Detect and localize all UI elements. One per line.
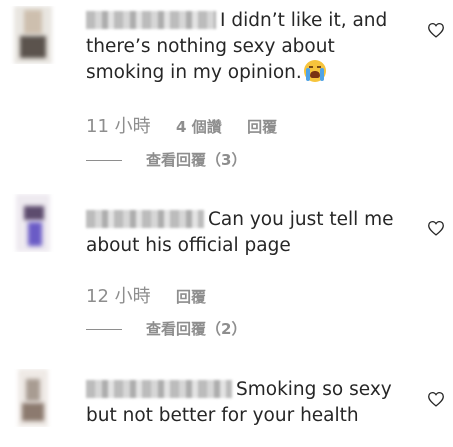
comment-body: I didn’t like it, and there’s nothing se…: [86, 8, 413, 86]
comment-meta: 12 小時 回覆: [86, 282, 226, 308]
username[interactable]: [86, 210, 204, 228]
avatar[interactable]: [4, 369, 62, 427]
comment-time[interactable]: 12 小時: [86, 286, 151, 307]
divider-line: [86, 160, 122, 161]
view-replies-label: 查看回覆（3）: [146, 151, 247, 169]
username[interactable]: [86, 11, 216, 29]
comment-text: I didn’t like it, and there’s nothing se…: [86, 8, 413, 86]
username[interactable]: [86, 380, 232, 398]
loudly-crying-face-emoji: [303, 60, 326, 82]
view-replies-button[interactable]: 查看回覆（3）: [86, 149, 246, 170]
comment-text: Smoking so sexy but not better for your …: [86, 377, 413, 429]
comment-item: Can you just tell me about his official …: [0, 190, 453, 350]
reply-button[interactable]: 回覆: [176, 288, 206, 306]
comment-body: Can you just tell me about his official …: [86, 207, 413, 259]
comment-item: I didn’t like it, and there’s nothing se…: [0, 0, 453, 175]
likes-count[interactable]: 4 個讚: [176, 118, 222, 136]
avatar[interactable]: [4, 6, 62, 64]
divider-line: [86, 329, 122, 330]
comment-text: Can you just tell me about his official …: [86, 207, 413, 259]
comment-body: Smoking so sexy but not better for your …: [86, 377, 413, 429]
reply-button[interactable]: 回覆: [247, 118, 277, 136]
view-replies-button[interactable]: 查看回覆（2）: [86, 318, 246, 339]
heart-icon[interactable]: [427, 220, 445, 236]
comment-item: Smoking so sexy but not better for your …: [0, 365, 453, 447]
heart-icon[interactable]: [427, 22, 445, 38]
heart-icon[interactable]: [427, 391, 445, 407]
view-replies-label: 查看回覆（2）: [146, 320, 247, 338]
comment-meta: 11 小時 4 個讚 回覆: [86, 112, 297, 138]
avatar[interactable]: [4, 194, 62, 252]
comment-time[interactable]: 11 小時: [86, 116, 151, 137]
